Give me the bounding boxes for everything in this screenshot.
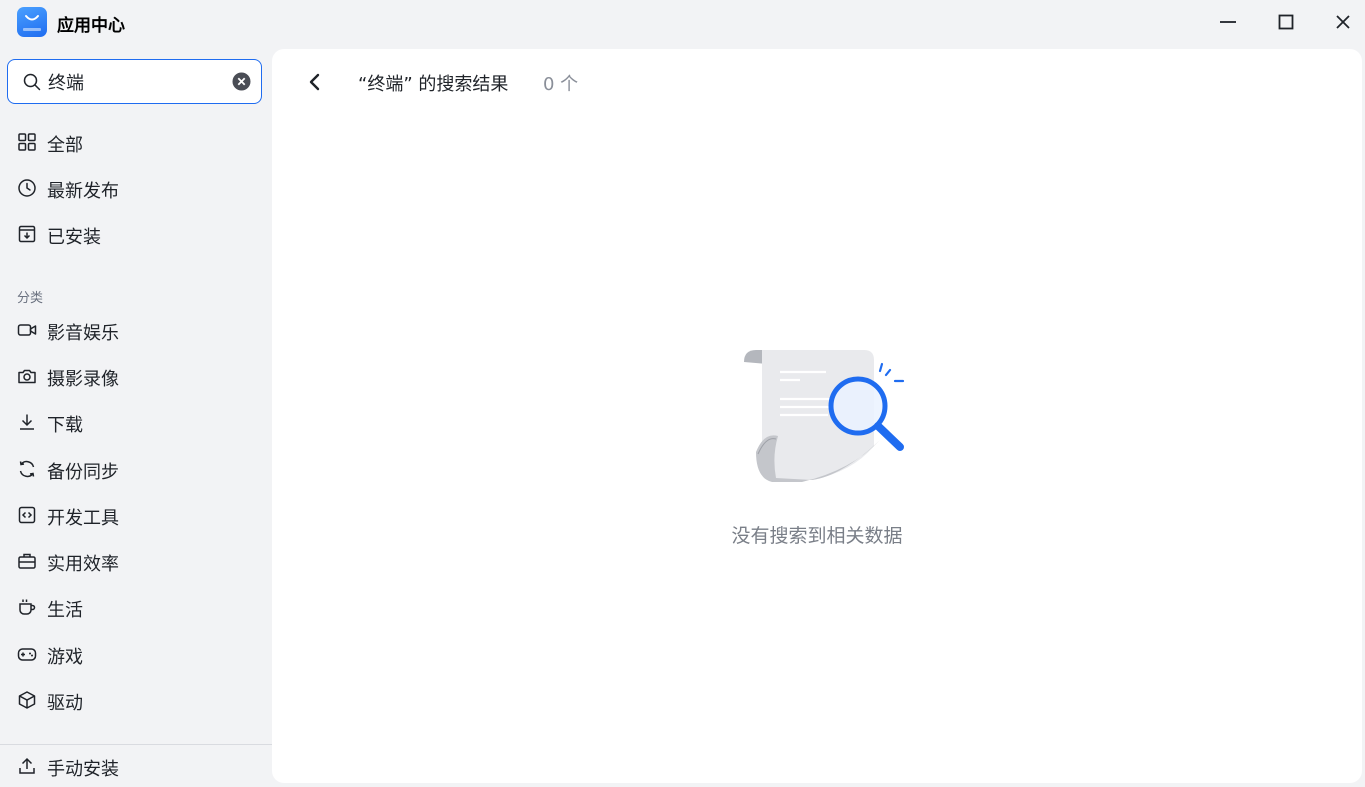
minimize-button[interactable] [1214, 8, 1242, 36]
sidebar-item-label: 下载 [47, 415, 83, 436]
coffee-cup-icon [19, 599, 36, 615]
gamepad-icon [17, 648, 37, 661]
code-icon [18, 506, 36, 524]
empty-state-message: 没有搜索到相关数据 [731, 525, 903, 547]
sidebar-item-installed[interactable]: 已安装 [0, 214, 272, 254]
maximize-icon [1278, 14, 1294, 30]
video-camera-icon [17, 324, 37, 336]
main-panel: “终端” 的搜索结果 0 个 没有搜索到相关数据 [272, 49, 1362, 783]
sidebar-item-download[interactable]: 下载 [0, 402, 272, 442]
sidebar-item-label: 实用效率 [47, 554, 119, 575]
sidebar-item-label: 游戏 [47, 647, 83, 668]
sidebar-item-latest[interactable]: 最新发布 [0, 168, 272, 208]
camera-icon [18, 369, 36, 384]
document-search-illustration [744, 350, 905, 482]
sidebar-item-backup[interactable]: 备份同步 [0, 449, 272, 489]
search-input[interactable] [48, 70, 223, 94]
back-button[interactable] [302, 69, 328, 95]
maximize-button[interactable] [1272, 8, 1300, 36]
grid-icon [18, 133, 36, 151]
close-icon [1336, 15, 1350, 29]
sidebar-item-devtools[interactable]: 开发工具 [0, 495, 272, 535]
sync-icon [19, 460, 35, 478]
search-box [7, 59, 262, 104]
section-label-categories: 分类 [17, 291, 44, 306]
sidebar-item-label: 影音娱乐 [47, 323, 119, 344]
sidebar-item-label: 最新发布 [47, 181, 119, 202]
sidebar-item-label: 全部 [47, 135, 83, 156]
sidebar-item-games[interactable]: 游戏 [0, 634, 272, 674]
sidebar-item-label: 摄影录像 [47, 369, 119, 390]
title-bar: 应用中心 [0, 0, 1365, 44]
sidebar-item-label: 手动安装 [47, 759, 119, 780]
close-button[interactable] [1329, 8, 1357, 36]
sidebar-divider [0, 744, 272, 745]
sidebar-item-label: 已安装 [47, 227, 101, 248]
clock-icon [18, 179, 36, 197]
sidebar-item-life[interactable]: 生活 [0, 587, 272, 627]
search-result-count: 0 个 [543, 74, 579, 95]
sidebar-item-drivers[interactable]: 驱动 [0, 680, 272, 720]
search-icon [23, 73, 41, 91]
sidebar-item-photo[interactable]: 摄影录像 [0, 356, 272, 396]
installed-box-icon [18, 225, 36, 243]
sidebar-item-manual-install[interactable]: 手动安装 [0, 746, 272, 786]
upload-icon [19, 757, 35, 774]
sidebar-item-label: 备份同步 [47, 462, 119, 483]
clear-circle-icon[interactable] [232, 72, 251, 91]
sidebar-item-media[interactable]: 影音娱乐 [0, 310, 272, 350]
sidebar-item-label: 生活 [47, 600, 83, 621]
sidebar-item-productivity[interactable]: 实用效率 [0, 541, 272, 581]
store-bag-icon [17, 7, 47, 37]
search-result-title: “终端” 的搜索结果 [358, 74, 509, 95]
cube-icon [18, 691, 36, 709]
app-title: 应用中心 [57, 16, 125, 36]
chevron-left-icon [309, 73, 320, 91]
sidebar: 全部 最新发布 已安装 分类 影音娱乐 摄影录像 [0, 44, 272, 787]
sidebar-item-label: 驱动 [47, 693, 83, 714]
minimize-icon [1220, 21, 1236, 23]
briefcase-icon [18, 553, 36, 569]
sidebar-item-label: 开发工具 [47, 508, 119, 529]
download-icon [20, 414, 34, 430]
sidebar-item-all[interactable]: 全部 [0, 122, 272, 162]
